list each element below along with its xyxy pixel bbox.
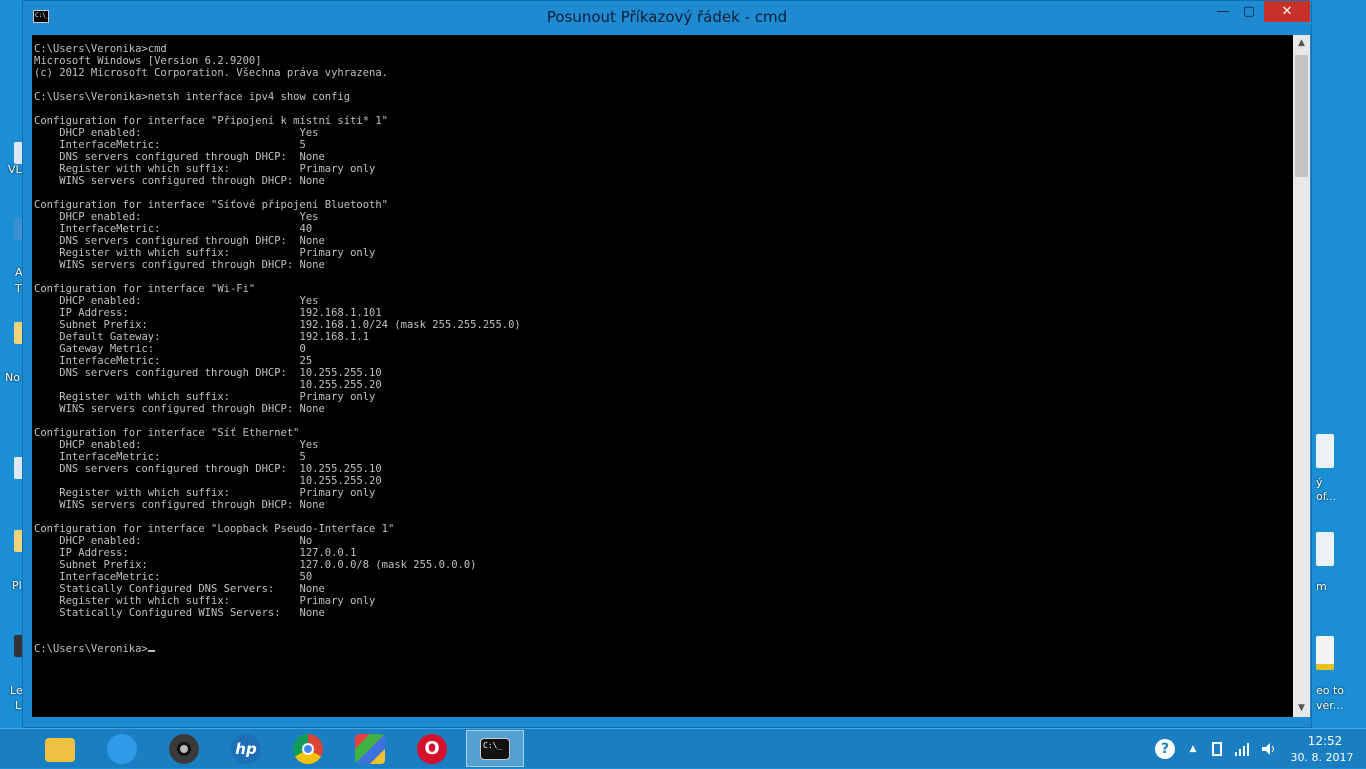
- desktop-label: eo to: [1316, 684, 1345, 697]
- help-glyph: ?: [1155, 739, 1175, 759]
- taskbar: hp O C:\_ ? ▲ 12:52 30. 8. 2017: [0, 728, 1366, 768]
- taskbar-file-explorer-button[interactable]: [32, 730, 90, 767]
- document-icon[interactable]: [1316, 532, 1334, 566]
- vertical-scrollbar[interactable]: ▲ ▼: [1293, 35, 1310, 717]
- network-adapter-icon[interactable]: [1206, 729, 1228, 769]
- text-cursor: [147, 650, 155, 652]
- desktop-label: L: [15, 699, 22, 712]
- taskbar-webcam-button[interactable]: [156, 730, 214, 767]
- taskbar-internet-explorer-button[interactable]: [94, 730, 152, 767]
- desktop-label: of...: [1316, 490, 1337, 503]
- taskbar-command-prompt-button[interactable]: C:\_: [466, 730, 524, 767]
- puzzle-app-icon: [355, 734, 385, 764]
- wifi-signal-icon[interactable]: [1232, 729, 1254, 769]
- desktop-left-edge: VL A T No Pl Le L: [0, 0, 30, 728]
- file-explorer-icon: [45, 738, 75, 762]
- desktop-label: ý: [1316, 476, 1323, 489]
- desktop-label: m: [1316, 580, 1327, 593]
- internet-explorer-icon: [107, 734, 137, 764]
- opera-icon: O: [417, 734, 447, 764]
- taskbar-puzzle-app-button[interactable]: [342, 730, 400, 767]
- minimize-button[interactable]: —: [1210, 1, 1236, 22]
- console-text: C:\Users\Veronika>cmd Microsoft Windows …: [34, 43, 521, 655]
- desktop-label: ver...: [1316, 699, 1344, 712]
- cmd-window: C:\_ Posunout Příkazový řádek - cmd — ▢ …: [22, 0, 1312, 728]
- clock-time[interactable]: 12:52: [1295, 734, 1355, 748]
- chrome-icon: [293, 734, 323, 764]
- document-icon[interactable]: [1316, 434, 1334, 468]
- show-hidden-icons-chevron-icon[interactable]: ▲: [1184, 729, 1202, 769]
- help-icon[interactable]: ?: [1152, 729, 1178, 769]
- desktop-label: Pl: [12, 579, 22, 592]
- taskbar-chrome-button[interactable]: [280, 730, 338, 767]
- console-output[interactable]: C:\Users\Veronika>cmd Microsoft Windows …: [32, 35, 1293, 717]
- scrollbar-thumb[interactable]: [1295, 55, 1308, 177]
- scroll-down-arrow-icon[interactable]: ▼: [1293, 700, 1310, 717]
- taskbar-hp-button[interactable]: hp: [218, 730, 276, 767]
- close-button[interactable]: ✕: [1264, 1, 1310, 22]
- desktop-label: VL: [8, 163, 22, 176]
- taskbar-opera-button[interactable]: O: [404, 730, 462, 767]
- desktop-right-edge: ý of... m eo to ver...: [1312, 0, 1366, 728]
- desktop-label: No: [5, 371, 20, 384]
- command-prompt-icon: C:\_: [480, 738, 510, 760]
- webcam-icon: [169, 734, 199, 764]
- scroll-up-arrow-icon[interactable]: ▲: [1293, 35, 1310, 52]
- volume-icon[interactable]: [1258, 729, 1280, 769]
- pdf-file-icon[interactable]: [1316, 636, 1334, 670]
- desktop-label: T: [15, 282, 22, 295]
- window-title: Posunout Příkazový řádek - cmd: [546, 8, 788, 26]
- title-bar[interactable]: C:\_ Posunout Příkazový řádek - cmd — ▢ …: [23, 1, 1311, 33]
- clock-date[interactable]: 30. 8. 2017: [1285, 751, 1359, 764]
- desktop-label: Le: [10, 684, 23, 697]
- maximize-button[interactable]: ▢: [1236, 1, 1262, 22]
- hp-icon: hp: [231, 734, 261, 764]
